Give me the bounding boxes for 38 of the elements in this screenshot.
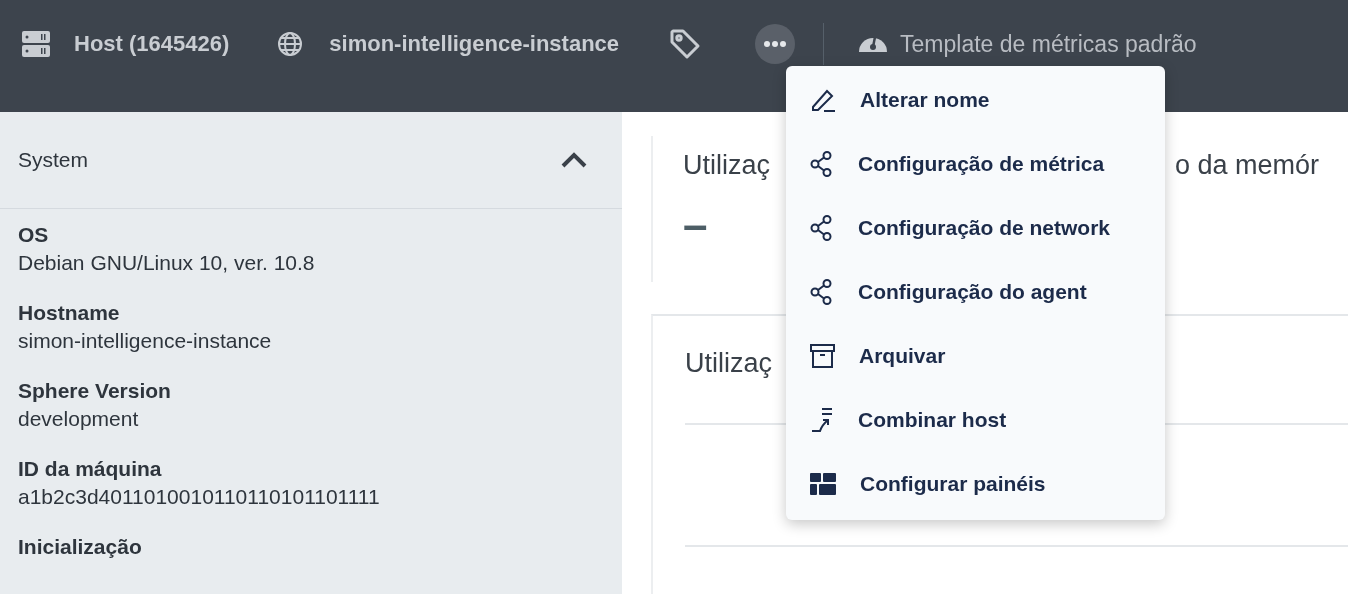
field-label: Hostname [18,301,121,325]
field-value: a1b2c3d4011010010110110101101111 [18,485,381,509]
menu-item[interactable]: Configurar painéis [786,452,1165,516]
menu-item[interactable]: Configuração do agent [786,260,1165,324]
panels-icon [810,473,836,495]
merge-arrow-icon [810,407,834,433]
instance-name: simon-intelligence-instance [329,31,620,57]
share-icon [810,279,834,305]
card-title: o da memór [1174,150,1319,181]
field-label: ID da máquina [18,457,163,481]
card-title: Utilizaç [683,150,770,181]
section-title: System [18,148,88,172]
menu-item[interactable]: Arquivar [786,324,1165,388]
field-label: Sphere Version [18,379,172,403]
menu-item[interactable]: Alterar nome [786,68,1165,132]
menu-item[interactable]: Configuração de network [786,196,1165,260]
field-value: simon-intelligence-instance [18,329,273,353]
archive-box-icon [810,344,835,368]
share-icon [810,151,834,177]
gauge-icon [858,36,889,52]
menu-item[interactable]: Combinar host [786,388,1165,452]
pencil-icon [810,87,836,113]
field-value: development [18,407,140,431]
tag-button[interactable] [669,28,702,60]
menu-item[interactable]: Configuração de métrica [786,132,1165,196]
globe-icon [277,31,304,57]
collapse-button[interactable] [560,152,588,168]
field-value: Debian GNU/Linux 10, ver. 10.8 [18,251,316,275]
host-title: Host (1645426) [74,31,230,57]
ellipsis-icon [763,40,788,48]
server-icon [22,31,50,57]
metrics-template-label: Template de métricas padrão [900,30,1197,58]
share-icon [810,215,834,241]
field-label: Inicialização [18,535,143,559]
card-title: Utilizaç [685,347,772,379]
metric-value: – [683,203,708,247]
field-label: OS [18,223,50,247]
more-button[interactable] [755,24,796,64]
